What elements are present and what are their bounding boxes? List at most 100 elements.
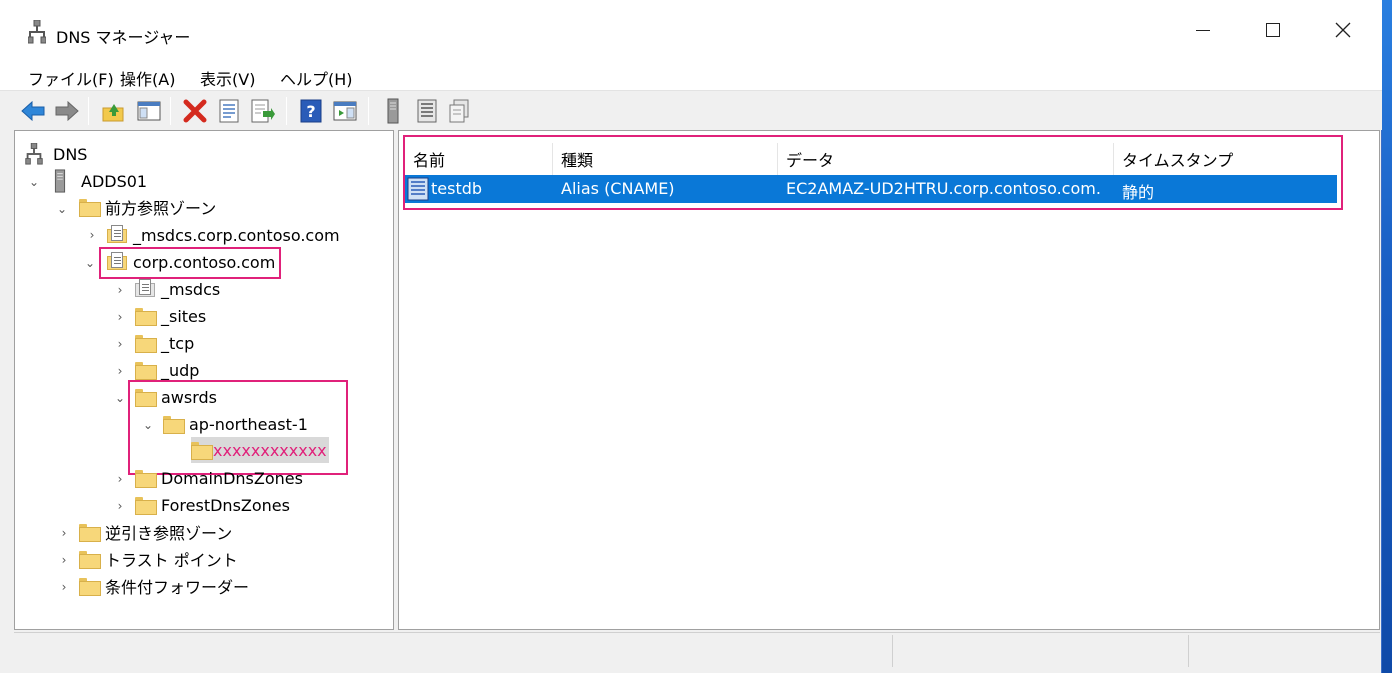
show-hide-action-pane-button[interactable] (332, 98, 358, 124)
column-header-timestamp[interactable]: タイムスタンプ (1114, 143, 1334, 175)
up-one-level-button[interactable] (100, 98, 126, 124)
export-list-button[interactable] (250, 98, 276, 124)
tree-node-forward-lookup-zones[interactable]: 前方参照ゾーン (79, 194, 216, 220)
record-list-button[interactable] (414, 98, 440, 124)
tree-label: corp.contoso.com (133, 252, 276, 272)
tree-label: _msdcs.corp.contoso.com (133, 225, 340, 245)
tree-node-domaindnszones[interactable]: DomainDnsZones (135, 465, 303, 491)
tree-node-sites[interactable]: _sites (135, 303, 206, 329)
folder-icon (135, 389, 157, 407)
column-header-data[interactable]: データ (778, 143, 1114, 175)
expand-chevron-icon[interactable]: › (113, 499, 127, 513)
tree-label: ADDS01 (81, 171, 148, 191)
expand-chevron-icon[interactable]: › (57, 553, 71, 567)
tree-label: ap-northeast-1 (189, 414, 308, 434)
maximize-button[interactable] (1238, 0, 1308, 60)
expand-chevron-icon[interactable]: › (113, 283, 127, 297)
folder-icon (135, 497, 157, 515)
tree-label: awsrds (161, 387, 218, 407)
column-header-type[interactable]: 種類 (553, 143, 778, 175)
expand-chevron-icon[interactable]: › (85, 228, 99, 242)
folder-icon (79, 199, 101, 217)
expand-chevron-icon[interactable]: › (113, 310, 127, 324)
tree-label: 条件付フォワーダー (105, 578, 250, 597)
table-row[interactable]: testdb Alias (CNAME) EC2AMAZ-UD2HTRU.cor… (405, 175, 1337, 203)
maximize-icon (1266, 23, 1280, 37)
tree-label: ForestDnsZones (161, 495, 290, 515)
tree-node-dns[interactable]: DNS (25, 141, 87, 167)
toolbar-separator (170, 97, 171, 125)
show-hide-console-tree-button[interactable] (136, 98, 162, 124)
tree-node-forestdnszones[interactable]: ForestDnsZones (135, 492, 290, 518)
record-timestamp: 静的 (1122, 183, 1155, 202)
title-bar: DNS マネージャー (0, 0, 1382, 60)
tree-label: _udp (161, 360, 200, 380)
collapse-chevron-icon[interactable]: ⌄ (83, 256, 97, 270)
server-icon (54, 169, 66, 193)
desktop-background (1382, 0, 1392, 673)
collapse-chevron-icon[interactable]: ⌄ (55, 202, 69, 216)
toolbar-separator (88, 97, 89, 125)
dns-root-icon (25, 143, 43, 165)
column-header-name[interactable]: 名前 (405, 143, 553, 175)
folder-icon (191, 442, 213, 460)
tree-node-masked-zone[interactable]: xxxxxxxxxxxx (191, 437, 329, 463)
tree-node-awsrds[interactable]: awsrds (135, 384, 217, 410)
close-button[interactable] (1308, 0, 1378, 60)
back-button[interactable] (20, 98, 46, 124)
tree-label: _tcp (161, 333, 195, 353)
tree-label: _sites (161, 306, 207, 326)
server-button[interactable] (380, 98, 406, 124)
collapse-chevron-icon[interactable]: ⌄ (141, 418, 155, 432)
menu-action[interactable]: 操作(A) (120, 66, 175, 90)
expand-chevron-icon[interactable]: › (113, 337, 127, 351)
folder-icon (135, 362, 157, 380)
show-hide-tree-icon (137, 101, 161, 121)
show-hide-action-pane-icon (333, 101, 357, 121)
record-list-icon (417, 99, 437, 123)
collapse-chevron-icon[interactable]: ⌄ (113, 391, 127, 405)
help-button[interactable]: ? (298, 98, 324, 124)
up-folder-icon (102, 104, 124, 122)
tree-node-udp[interactable]: _udp (135, 357, 199, 383)
toolbar: ? (0, 90, 1382, 130)
expand-chevron-icon[interactable]: › (113, 472, 127, 486)
expand-chevron-icon[interactable]: › (113, 364, 127, 378)
tree-node-tcp[interactable]: _tcp (135, 330, 194, 356)
tree-node-conditional-forwarders[interactable]: 条件付フォワーダー (79, 573, 249, 599)
help-icon: ? (300, 99, 322, 123)
dns-manager-window: DNS マネージャー ファイル(F) 操作(A) 表示(V) ヘルプ(H) ? … (0, 0, 1382, 673)
minimize-button[interactable] (1168, 0, 1238, 60)
record-data: EC2AMAZ-UD2HTRU.corp.contoso.com. (786, 179, 1101, 198)
tree-node-ap-northeast-1[interactable]: ap-northeast-1 (163, 411, 308, 437)
status-bar (14, 632, 1380, 668)
tree-label: _msdcs (161, 279, 221, 299)
delete-button[interactable] (182, 98, 208, 124)
menu-help[interactable]: ヘルプ(H) (280, 66, 353, 90)
results-list: 名前 種類 データ タイムスタンプ testdb Alias (CNAME) E… (398, 130, 1380, 630)
toolbar-separator (286, 97, 287, 125)
tree-node-corp-contoso-com[interactable]: corp.contoso.com (107, 249, 275, 275)
record-icon (407, 177, 429, 201)
status-segment (892, 635, 1188, 667)
menu-file[interactable]: ファイル(F) (28, 66, 114, 90)
record-type: Alias (CNAME) (561, 179, 675, 198)
expand-chevron-icon[interactable]: › (57, 526, 71, 540)
tree-label: トラスト ポイント (105, 551, 238, 570)
tree-node-msdcs[interactable]: _msdcs (135, 276, 220, 302)
tree-node-adds01[interactable]: ADDS01 (53, 168, 147, 194)
tree-node-msdcs-zone[interactable]: _msdcs.corp.contoso.com (107, 222, 340, 248)
properties-button[interactable] (216, 98, 242, 124)
expand-chevron-icon[interactable]: › (57, 580, 71, 594)
tree-node-trust-points[interactable]: トラスト ポイント (79, 546, 238, 572)
server-icon (387, 98, 399, 124)
tree-node-reverse-lookup-zones[interactable]: 逆引き参照ゾーン (79, 519, 232, 545)
toolbar-separator (368, 97, 369, 125)
collapse-chevron-icon[interactable]: ⌄ (27, 175, 41, 189)
window-title: DNS マネージャー (56, 28, 191, 47)
forward-button[interactable] (54, 98, 80, 124)
tree-label: 前方参照ゾーン (105, 199, 217, 218)
menu-view[interactable]: 表示(V) (200, 66, 255, 90)
copy-button[interactable] (446, 98, 472, 124)
delete-icon (183, 99, 207, 123)
